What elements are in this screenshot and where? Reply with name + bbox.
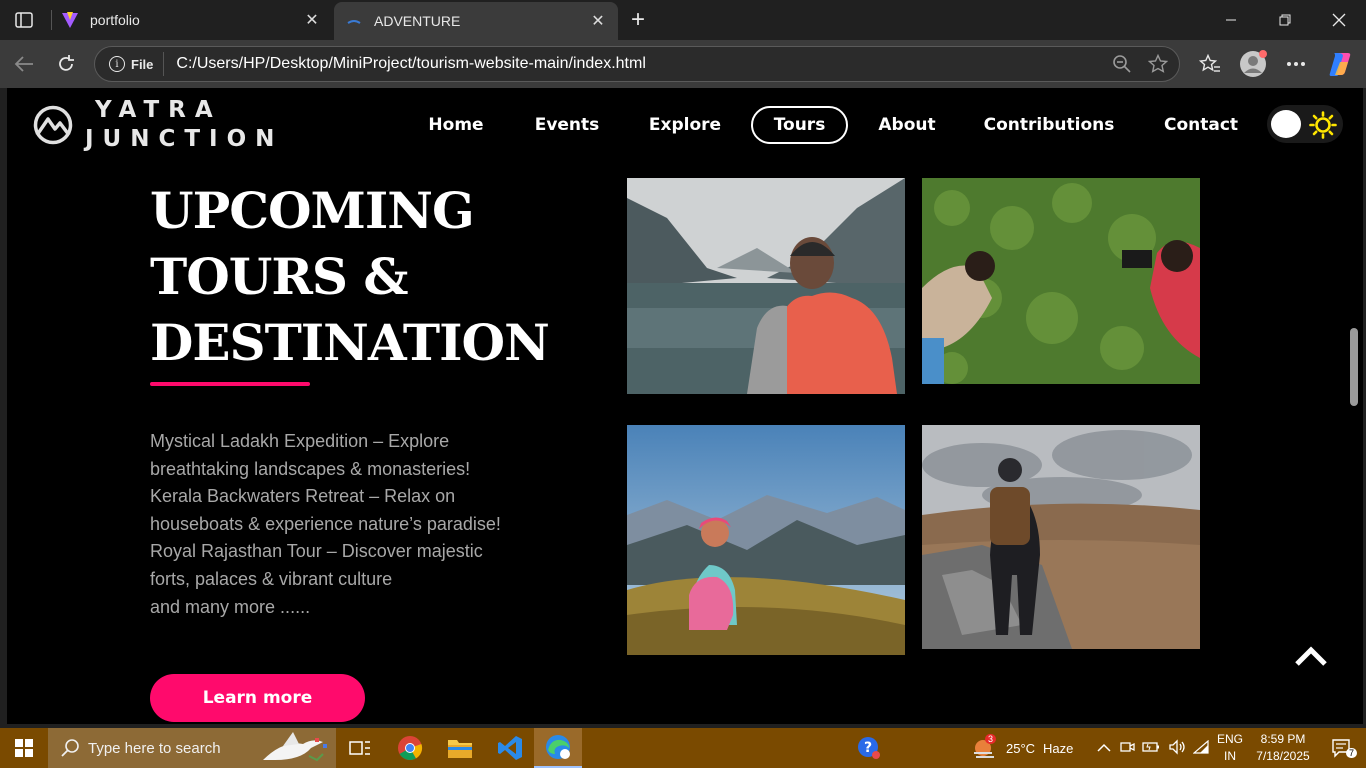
- address-bar-row: i File C:/Users/HP/Desktop/MiniProject/t…: [0, 40, 1366, 88]
- system-tray: [1097, 728, 1209, 768]
- nav-home[interactable]: Home: [421, 106, 491, 144]
- profile-avatar[interactable]: [1239, 50, 1267, 78]
- page-viewport: YATRA JUNCTION Home Events Explore Tours…: [7, 88, 1363, 724]
- scroll-to-top-icon[interactable]: [1293, 644, 1329, 668]
- chevron-up-icon[interactable]: [1097, 741, 1111, 756]
- language-code: ENG: [1216, 732, 1243, 746]
- logo-line-1: YATRA: [95, 97, 222, 123]
- volume-icon[interactable]: [1168, 738, 1186, 758]
- input-language[interactable]: ENG IN: [1212, 731, 1248, 765]
- more-options-icon[interactable]: [1282, 50, 1310, 78]
- battery-icon[interactable]: [1142, 741, 1160, 756]
- hero-title: UPCOMING TOURS & DESTINATION: [150, 178, 550, 376]
- description-line: Mystical Ladakh Expedition – Explore: [150, 431, 450, 451]
- close-tab-icon[interactable]: ✕: [584, 7, 612, 35]
- favorite-star-icon[interactable]: [1143, 49, 1173, 79]
- url-text[interactable]: C:/Users/HP/Desktop/MiniProject/tourism-…: [176, 55, 1107, 73]
- tab-title: ADVENTURE: [374, 13, 461, 29]
- learn-more-button[interactable]: Learn more: [150, 674, 365, 722]
- wifi-icon[interactable]: [1192, 739, 1209, 757]
- hero-description: Mystical Ladakh Expedition – Explore bre…: [150, 428, 530, 621]
- weather-badge: 3: [985, 734, 997, 744]
- search-icon: [61, 739, 79, 757]
- title-underline: [150, 382, 310, 386]
- hero-title-line: DESTINATION: [150, 313, 550, 372]
- theme-toggle[interactable]: [1267, 105, 1343, 143]
- logo-line-2: JUNCTION: [85, 126, 284, 152]
- chrome-icon[interactable]: [386, 728, 434, 768]
- tab-actions-icon[interactable]: [8, 6, 40, 34]
- sun-icon: [1309, 111, 1337, 139]
- tour-photo-hiker-rocks: [922, 425, 1200, 649]
- tour-photo-photographers: [922, 178, 1200, 384]
- search-placeholder: Type here to search: [88, 739, 221, 757]
- description-line: forts, palaces & vibrant culture: [150, 568, 393, 589]
- notification-count-badge: 7: [1346, 748, 1358, 758]
- vite-favicon-icon: [60, 10, 80, 30]
- clock[interactable]: 8:59 PM 7/18/2025: [1252, 731, 1314, 765]
- info-icon: i: [109, 56, 125, 72]
- weather-condition: Haze: [1043, 740, 1074, 756]
- site-info-button[interactable]: i File: [103, 52, 165, 76]
- tab-portfolio[interactable]: portfolio ✕: [50, 0, 332, 40]
- help-icon[interactable]: ?: [845, 728, 893, 768]
- tab-title: portfolio: [90, 12, 140, 28]
- description-line: and many more ......: [150, 596, 311, 617]
- task-view-icon[interactable]: [336, 728, 384, 768]
- toggle-knob: [1271, 110, 1301, 138]
- search-highlight-dove-icon: [263, 732, 327, 762]
- nav-explore[interactable]: Explore: [641, 106, 729, 144]
- notifications-icon[interactable]: 7: [1318, 728, 1366, 768]
- meet-now-icon[interactable]: [1119, 739, 1135, 758]
- start-button[interactable]: [0, 728, 48, 768]
- nav-contributions[interactable]: Contributions: [981, 106, 1117, 144]
- description-line: breathtaking landscapes & monasteries!: [150, 458, 471, 479]
- tour-photo-girl-mountains: [627, 425, 905, 655]
- hero-title-line: TOURS &: [150, 247, 409, 306]
- file-explorer-icon[interactable]: [436, 728, 484, 768]
- nav-events[interactable]: Events: [527, 106, 607, 144]
- tour-photo-lake-backpacker: [627, 178, 905, 394]
- file-label: File: [131, 56, 154, 72]
- back-button[interactable]: [10, 50, 38, 78]
- hero-title-line: UPCOMING: [150, 181, 475, 240]
- restore-button[interactable]: [1258, 0, 1312, 40]
- tab-adventure[interactable]: ADVENTURE ✕: [334, 2, 618, 40]
- site-logo-text[interactable]: YATRA JUNCTION: [85, 96, 283, 154]
- page-favicon-icon: [344, 11, 364, 31]
- vscode-icon[interactable]: [486, 728, 534, 768]
- copilot-icon[interactable]: [1326, 50, 1354, 78]
- edge-icon[interactable]: [534, 728, 582, 768]
- site-header: YATRA JUNCTION Home Events Explore Tours…: [7, 88, 1363, 162]
- description-line: Royal Rajasthan Tour – Discover majestic: [150, 541, 483, 562]
- refresh-button[interactable]: [52, 50, 80, 78]
- close-window-button[interactable]: [1312, 0, 1366, 40]
- browser-tab-strip: portfolio ✕ ADVENTURE ✕ +: [0, 0, 1366, 40]
- zoom-out-icon[interactable]: [1107, 49, 1137, 79]
- description-line: Kerala Backwaters Retreat – Relax on: [150, 486, 456, 507]
- close-tab-icon[interactable]: ✕: [298, 6, 326, 34]
- weather-widget[interactable]: 3 25°C Haze: [972, 728, 1082, 768]
- mountain-logo-icon[interactable]: [33, 105, 73, 145]
- address-bar[interactable]: i File C:/Users/HP/Desktop/MiniProject/t…: [94, 46, 1180, 82]
- nav-about[interactable]: About: [869, 106, 945, 144]
- clock-time: 8:59 PM: [1260, 732, 1306, 746]
- description-line: houseboats & experience nature’s paradis…: [150, 513, 501, 534]
- favorites-icon[interactable]: [1196, 50, 1224, 78]
- taskbar-search-box[interactable]: Type here to search: [48, 728, 336, 768]
- nav-contact[interactable]: Contact: [1159, 106, 1243, 144]
- minimize-button[interactable]: [1204, 0, 1258, 40]
- page-scrollbar-thumb[interactable]: [1350, 328, 1358, 406]
- nav-tours[interactable]: Tours: [751, 106, 848, 144]
- svg-text:?: ?: [864, 740, 872, 756]
- language-region: IN: [1224, 749, 1236, 763]
- clock-date: 7/18/2025: [1256, 749, 1310, 763]
- new-tab-button[interactable]: +: [624, 6, 652, 34]
- windows-logo-icon: [15, 739, 33, 757]
- weather-temp: 25°C: [1006, 740, 1036, 756]
- windows-taskbar: Type here to search ? 3 25°C Haze ENG IN…: [0, 728, 1366, 768]
